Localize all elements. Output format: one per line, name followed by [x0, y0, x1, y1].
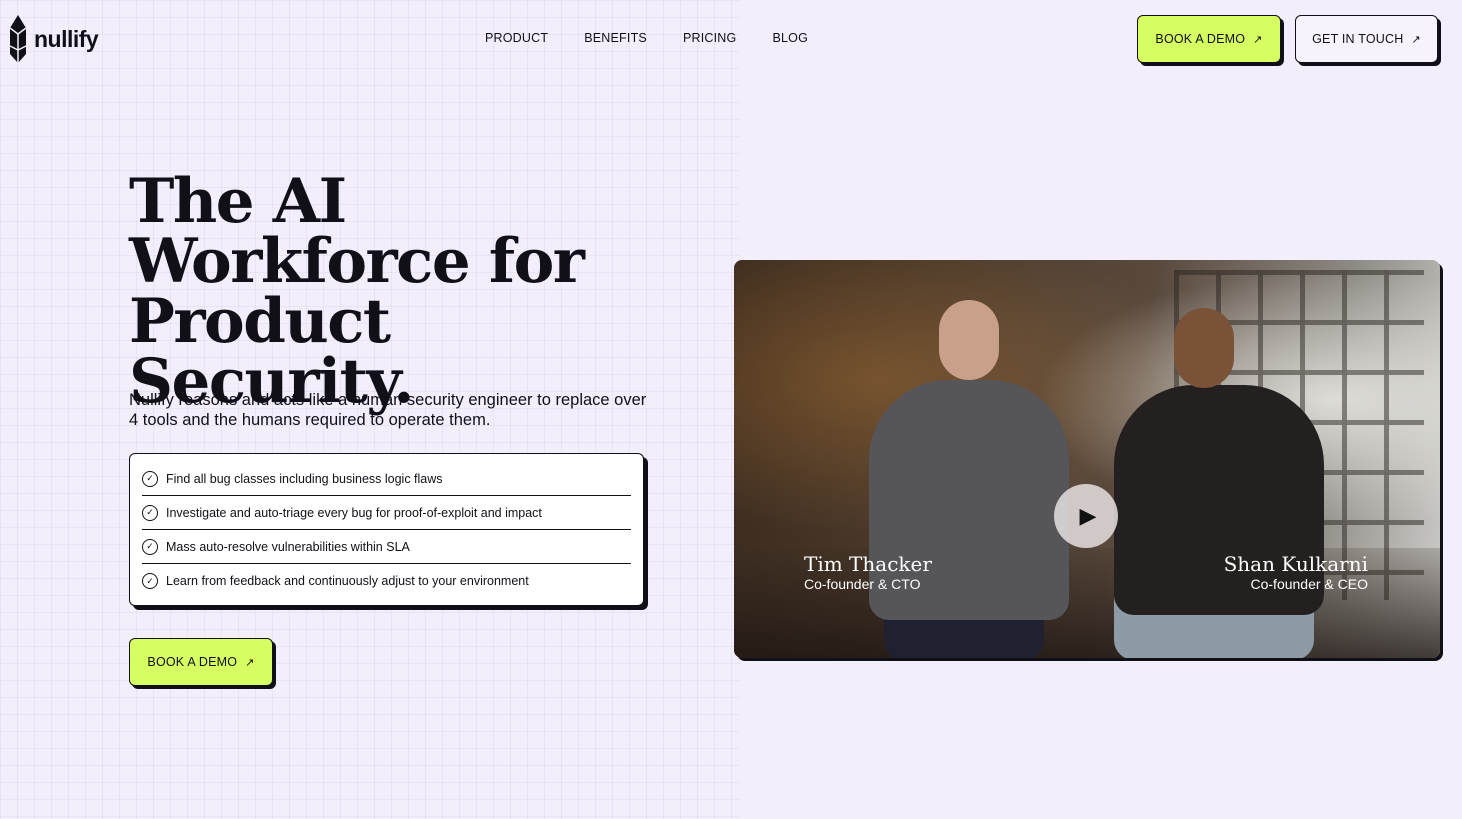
- brand-name: nullify: [34, 25, 99, 52]
- founder-caption-left: Tim Thacker Co-founder & CTO: [804, 552, 932, 593]
- person-left-head: [939, 300, 999, 380]
- feature-text: Investigate and auto-triage every bug fo…: [166, 505, 542, 520]
- founder-role: Co-founder & CTO: [804, 576, 921, 592]
- nav-item-product[interactable]: PRODUCT: [485, 31, 548, 45]
- check-circle-icon: ✓: [142, 573, 158, 589]
- arrow-up-right-icon: ↗: [245, 656, 255, 669]
- play-icon: ▶: [1079, 503, 1097, 528]
- check-circle-icon: ✓: [142, 470, 158, 487]
- feature-list: ✓ Find all bug classes including busines…: [129, 453, 644, 606]
- feature-item: ✓ Investigate and auto-triage every bug …: [142, 496, 631, 530]
- header-book-demo-button[interactable]: BOOK A DEMO ↗: [1137, 15, 1281, 63]
- nav-item-pricing[interactable]: PRICING: [683, 31, 737, 45]
- founder-role: Co-founder & CEO: [1250, 576, 1369, 592]
- founder-name: Tim Thacker: [804, 552, 932, 576]
- hero-title-line: Workforce for: [129, 226, 585, 297]
- nav-item-blog[interactable]: BLOG: [772, 31, 808, 45]
- brand-logo[interactable]: nullify: [8, 14, 99, 64]
- nav-item-benefits[interactable]: BENEFITS: [584, 31, 647, 45]
- feature-text: Find all bug classes including business …: [166, 471, 443, 486]
- get-in-touch-button[interactable]: GET IN TOUCH ↗: [1295, 15, 1438, 63]
- hero-title-line: The AI: [129, 166, 347, 237]
- landing-page: nullify PRODUCT BENEFITS PRICING BLOG BO…: [0, 0, 1462, 819]
- feature-item: ✓ Find all bug classes including busines…: [142, 462, 631, 496]
- arrow-up-right-icon: ↗: [1253, 33, 1263, 46]
- feature-item: ✓ Mass auto-resolve vulnerabilities with…: [142, 530, 631, 564]
- play-button[interactable]: ▶: [1054, 484, 1118, 548]
- main-nav: PRODUCT BENEFITS PRICING BLOG: [485, 31, 844, 45]
- feature-text: Learn from feedback and continuously adj…: [166, 574, 529, 588]
- get-in-touch-label: GET IN TOUCH: [1312, 32, 1404, 46]
- header-book-demo-label: BOOK A DEMO: [1155, 32, 1246, 46]
- person-right-head: [1174, 308, 1234, 388]
- feature-item: ✓ Learn from feedback and continuously a…: [142, 564, 631, 598]
- hero-book-demo-button[interactable]: BOOK A DEMO ↗: [129, 638, 273, 686]
- founder-name: Shan Kulkarni: [1223, 552, 1368, 576]
- hero-book-demo-label: BOOK A DEMO: [147, 655, 238, 669]
- hero-title: The AI Workforce for Product Security.: [129, 166, 689, 412]
- check-circle-icon: ✓: [142, 504, 158, 521]
- feature-text: Mass auto-resolve vulnerabilities within…: [166, 539, 410, 554]
- founder-caption-right: Shan Kulkarni Co-founder & CEO: [1224, 552, 1368, 593]
- hero-subtitle: Nullify reasons and acts like a human se…: [129, 391, 647, 429]
- founders-video[interactable]: ▶ Tim Thacker Co-founder & CTO Shan Kulk…: [734, 260, 1440, 658]
- crystal-logo-icon: [9, 15, 27, 63]
- check-circle-icon: ✓: [142, 538, 158, 555]
- arrow-up-right-icon: ↗: [1411, 33, 1421, 46]
